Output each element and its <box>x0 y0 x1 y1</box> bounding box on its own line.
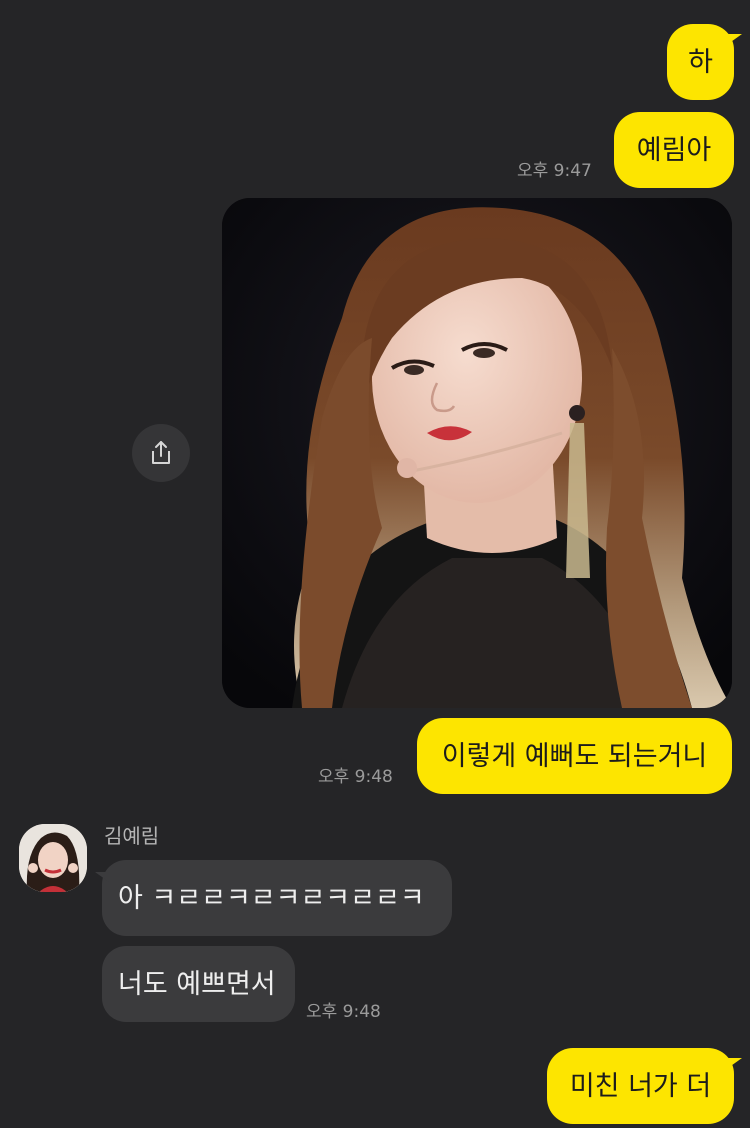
message-text: 이렇게 예뻐도 되는거니 <box>441 740 708 772</box>
share-icon <box>152 441 170 464</box>
avatar-image <box>19 824 87 892</box>
sender-name: 김예림 <box>104 824 160 848</box>
message-text: 예림아 <box>636 134 712 166</box>
bubble-tail <box>728 1058 742 1068</box>
message-text: 너도 예쁘면서 <box>118 968 276 1000</box>
message-bubble-received[interactable]: 너도 예쁘면서 <box>102 946 295 1022</box>
share-button[interactable] <box>132 424 190 482</box>
message-bubble-sent[interactable]: 이렇게 예뻐도 되는거니 <box>417 718 732 794</box>
message-bubble-received[interactable]: 아 ㅋㄹㄹㅋㄹㅋㄹㅋㄹㄹㅋ <box>102 860 452 936</box>
message-text: 아 ㅋㄹㄹㅋㄹㅋㄹㅋㄹㄹㅋ <box>118 882 425 914</box>
photo-image <box>222 198 732 708</box>
message-timestamp: 오후 9:48 <box>306 1002 381 1022</box>
message-timestamp: 오후 9:47 <box>517 161 592 181</box>
bubble-tail <box>728 34 742 44</box>
message-bubble-sent[interactable]: 예림아 <box>614 112 734 188</box>
message-timestamp: 오후 9:48 <box>318 767 393 787</box>
bubble-tail <box>95 872 109 882</box>
sent-photo[interactable] <box>222 198 732 708</box>
message-text: 하 <box>688 46 713 78</box>
message-bubble-sent[interactable]: 미친 너가 더 <box>547 1048 734 1124</box>
message-bubble-sent[interactable]: 하 <box>667 24 734 100</box>
message-text: 미친 너가 더 <box>569 1070 712 1102</box>
avatar[interactable] <box>19 824 87 892</box>
